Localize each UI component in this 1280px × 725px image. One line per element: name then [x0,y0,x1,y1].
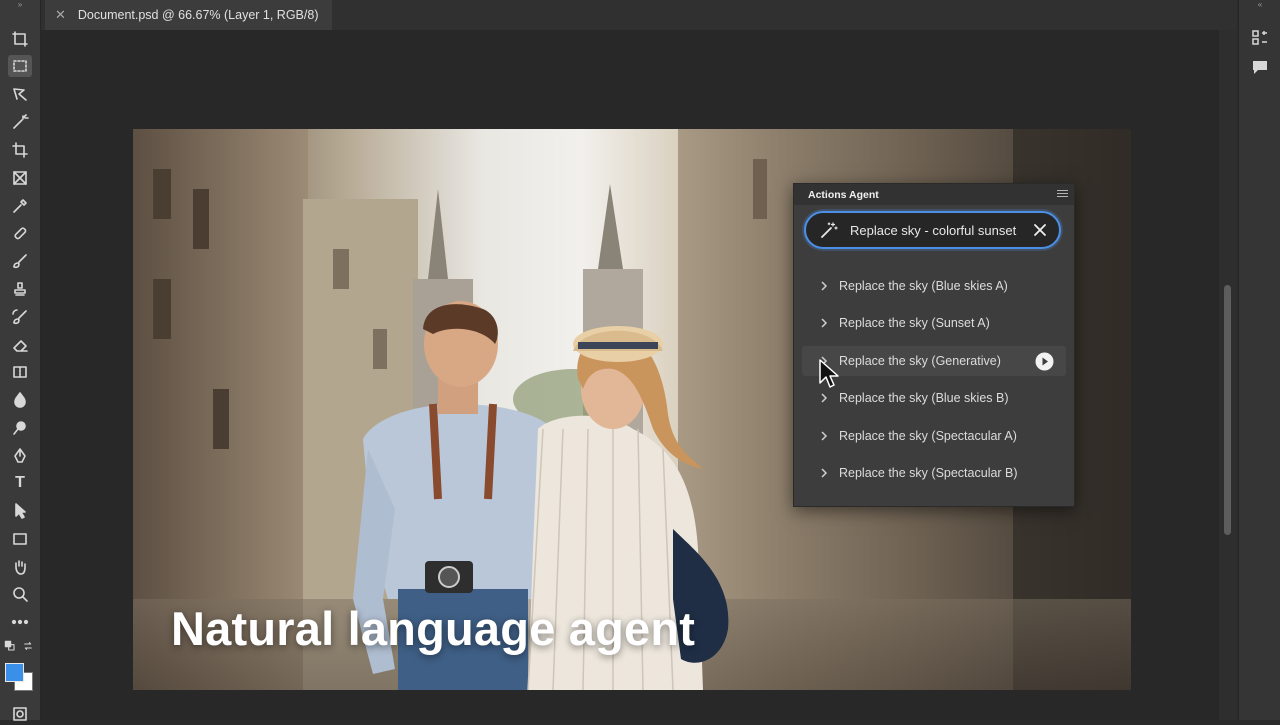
eyedropper-tool-icon[interactable] [8,195,32,217]
document-tab-bar: ✕ Document.psd @ 66.67% (Layer 1, RGB/8) [41,0,1237,30]
prompt-input[interactable]: Replace sky - colorful sunset [804,211,1061,249]
overlay-caption: Natural language agent [171,602,696,655]
properties-panel-icon[interactable] [1251,29,1269,47]
frame-tool-icon[interactable] [8,167,32,189]
gradient-tool-icon[interactable] [8,361,32,383]
action-item[interactable]: Replace the sky (Blue skies B) [802,383,1066,413]
right-panel-dock: « [1238,0,1280,720]
tools-panel: » T [0,0,41,721]
panel-title: Actions Agent [808,189,879,201]
clear-prompt-icon[interactable] [1033,223,1047,237]
action-item[interactable]: Replace the sky (Spectacular A) [802,421,1066,451]
more-tools-icon[interactable] [8,611,32,633]
document-tab-title: Document.psd @ 66.67% (Layer 1, RGB/8) [77,8,319,22]
action-item-hovered[interactable]: Replace the sky (Generative) [802,346,1066,376]
action-item[interactable]: Replace the sky (Sunset A) [802,308,1066,338]
vertical-scrollbar[interactable] [1219,30,1237,720]
brush-tool-icon[interactable] [8,250,32,272]
action-label: Replace the sky (Spectacular B) [839,466,1018,480]
clone-stamp-tool-icon[interactable] [8,278,32,300]
action-item[interactable]: Replace the sky (Blue skies A) [802,271,1066,301]
action-label: Replace the sky (Spectacular A) [839,429,1017,443]
crop-tool-icon[interactable] [8,139,32,161]
magic-wand-tool-icon[interactable] [8,111,32,133]
comments-panel-icon[interactable] [1251,58,1269,76]
magic-wand-icon [821,222,838,238]
rectangular-marquee-tool-icon[interactable] [8,55,32,77]
rectangle-tool-icon[interactable] [8,528,32,550]
object-selection-tool-icon[interactable] [8,83,32,105]
chevron-right-icon [821,281,828,291]
healing-brush-tool-icon[interactable] [8,222,32,244]
artboard-tool-icon[interactable] [8,28,32,50]
quick-mask-icon[interactable] [8,703,32,725]
swap-colors-icon[interactable] [20,638,36,654]
panel-grip-icon[interactable]: « [1239,0,1280,10]
panel-header[interactable]: Actions Agent [794,184,1074,205]
chevron-right-icon [821,468,828,478]
foreground-color-swatch[interactable] [5,663,24,682]
actions-agent-panel: Actions Agent Replace sky - colorful sun… [793,183,1075,507]
pen-tool-icon[interactable] [8,445,32,467]
close-tab-icon[interactable]: ✕ [55,7,66,23]
prompt-text: Replace sky - colorful sunset [850,222,1017,238]
action-item[interactable]: Replace the sky (Spectacular B) [802,458,1066,488]
history-brush-tool-icon[interactable] [8,306,32,328]
default-colors-icon[interactable] [2,638,18,654]
path-selection-tool-icon[interactable] [8,500,32,522]
type-tool-icon[interactable]: T [8,472,32,494]
chevron-right-icon [821,431,828,441]
chevron-right-icon [821,393,828,403]
chevron-right-icon [821,318,828,328]
scrollbar-thumb[interactable] [1224,285,1231,535]
document-tab[interactable]: ✕ Document.psd @ 66.67% (Layer 1, RGB/8) [45,0,333,30]
hand-tool-icon[interactable] [8,556,32,578]
action-label: Replace the sky (Sunset A) [839,316,990,330]
zoom-tool-icon[interactable] [8,583,32,605]
action-label: Replace the sky (Generative) [839,354,1001,368]
panel-menu-icon[interactable] [1057,190,1068,199]
blur-tool-icon[interactable] [8,389,32,411]
action-label: Replace the sky (Blue skies A) [839,279,1008,293]
eraser-tool-icon[interactable] [8,334,32,356]
mouse-cursor-icon [819,359,839,388]
play-action-icon[interactable] [1035,352,1054,371]
panel-grip-icon[interactable]: » [0,0,40,10]
action-label: Replace the sky (Blue skies B) [839,391,1009,405]
dodge-tool-icon[interactable] [8,417,32,439]
